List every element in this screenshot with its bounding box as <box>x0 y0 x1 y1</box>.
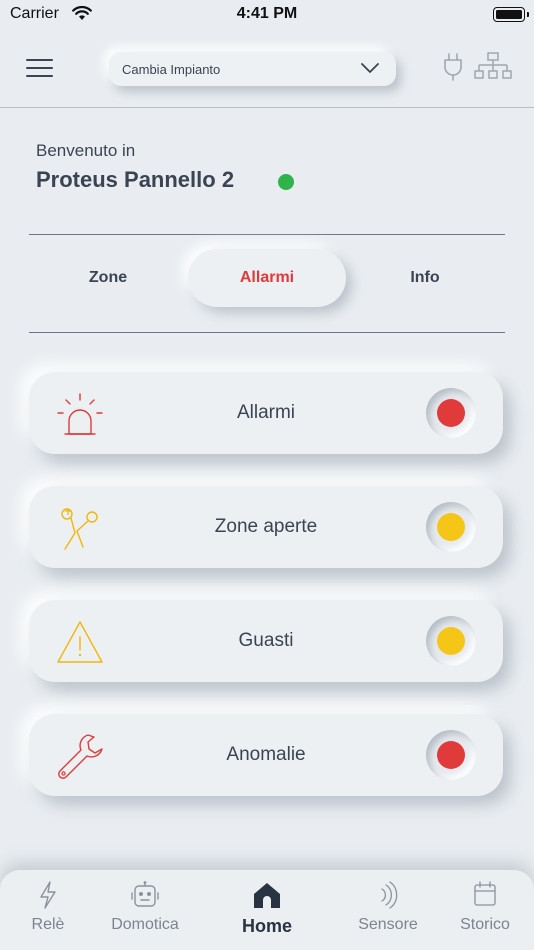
chevron-down-icon <box>361 63 379 73</box>
status-bar: Carrier 4:41 PM <box>0 0 534 30</box>
card-guasti[interactable]: Guasti <box>29 600 503 682</box>
nav-label: Storico <box>460 916 510 933</box>
calendar-icon <box>474 881 496 906</box>
plant-select-dropdown[interactable]: Cambia Impianto <box>109 52 396 86</box>
nav-label: Sensore <box>358 916 418 933</box>
bottom-nav: Relè Domotica Home Sensore Storico <box>0 870 534 950</box>
plant-select-value: Cambia Impianto <box>122 62 221 77</box>
status-indicator <box>426 388 476 438</box>
nav-domotica[interactable]: Domotica <box>100 878 190 948</box>
plug-icon[interactable] <box>442 52 464 82</box>
signal-icon <box>381 881 398 909</box>
clock: 4:41 PM <box>236 5 298 22</box>
app-header: Cambia Impianto <box>0 30 534 108</box>
panel-name: Proteus Pannello 2 <box>36 167 235 192</box>
card-anomalie[interactable]: Anomalie <box>29 714 503 796</box>
card-zone-aperte[interactable]: Zone aperte <box>29 486 503 568</box>
welcome-text: Benvenuto in <box>36 141 136 160</box>
status-indicator <box>426 616 476 666</box>
network-icon[interactable] <box>474 52 512 80</box>
battery-icon <box>493 7 529 22</box>
divider-bottom <box>29 332 505 333</box>
nav-label: Relè <box>31 916 65 933</box>
divider-top <box>29 234 505 235</box>
nav-storico[interactable]: Storico <box>440 878 530 948</box>
status-indicator <box>426 502 476 552</box>
hamburger-menu-icon[interactable] <box>26 59 53 79</box>
nav-sensore[interactable]: Sensore <box>343 878 433 948</box>
card-allarmi[interactable]: Allarmi <box>29 372 503 454</box>
nav-home[interactable]: Home <box>222 878 312 948</box>
lightning-icon <box>40 881 56 909</box>
home-icon <box>254 883 280 908</box>
tab-allarmi[interactable]: Allarmi <box>188 249 346 307</box>
tab-zone[interactable]: Zone <box>58 249 158 307</box>
status-indicator <box>426 730 476 780</box>
nav-label: Home <box>241 916 292 936</box>
tab-info[interactable]: Info <box>375 249 475 307</box>
nav-label: Domotica <box>111 916 179 933</box>
connection-status-dot <box>278 174 294 190</box>
nav-rele[interactable]: Relè <box>3 878 93 948</box>
robot-icon <box>131 881 159 907</box>
